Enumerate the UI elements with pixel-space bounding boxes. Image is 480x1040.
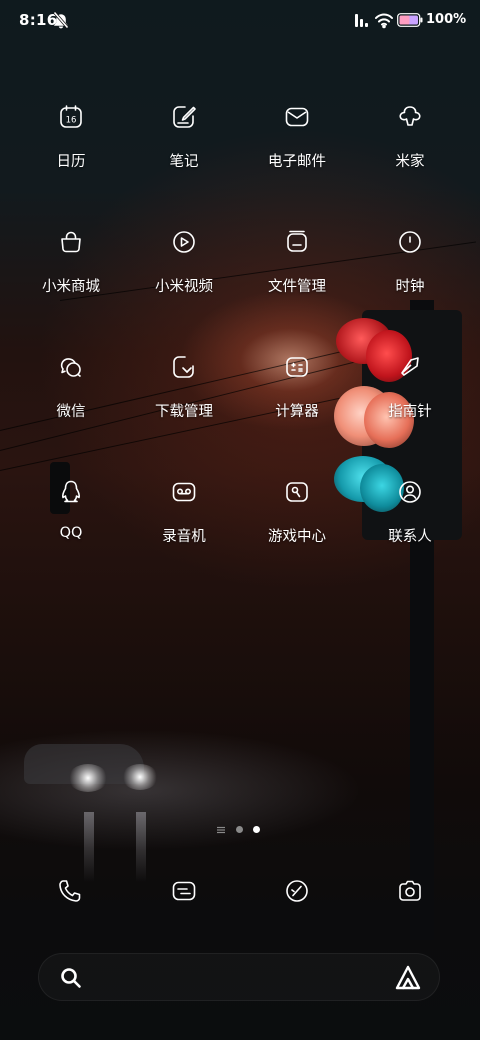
app-mi-store[interactable]: 小米商城 — [16, 229, 126, 296]
compass-icon — [401, 357, 419, 376]
battery-percent: 100% — [426, 12, 467, 27]
video-icon — [173, 231, 195, 253]
app-wechat[interactable]: 微信 — [16, 354, 126, 421]
app-contacts[interactable]: 联系人 — [355, 479, 465, 546]
road-reflection — [84, 812, 94, 882]
app-label: 游戏中心 — [268, 529, 326, 545]
signal-icon — [355, 14, 368, 27]
app-label: 联系人 — [388, 529, 432, 545]
car — [24, 744, 144, 784]
download-icon — [173, 356, 194, 378]
wifi-icon — [375, 13, 393, 29]
car-headlight — [68, 764, 108, 792]
game-center-icon — [286, 482, 308, 502]
app-notes[interactable]: 笔记 — [129, 104, 239, 171]
assistant-icon[interactable] — [393, 964, 423, 992]
app-mail[interactable]: 电子邮件 — [242, 104, 352, 171]
page-dot[interactable] — [236, 826, 243, 833]
mail-icon — [285, 107, 309, 127]
app-label: 时钟 — [395, 279, 425, 295]
app-label: QQ — [59, 525, 83, 541]
phone-icon[interactable] — [57, 878, 83, 904]
app-label: 日历 — [56, 154, 86, 170]
app-label: 小米视频 — [155, 279, 213, 295]
app-label: 文件管理 — [268, 279, 326, 295]
mute-icon — [53, 11, 69, 29]
browser-icon[interactable] — [284, 878, 310, 904]
app-mi-video[interactable]: 小米视频 — [129, 229, 239, 296]
app-recorder[interactable]: 录音机 — [129, 479, 239, 546]
mijia-icon — [399, 106, 421, 126]
page-menu-icon[interactable] — [217, 826, 225, 834]
road-reflection — [136, 812, 146, 882]
svg-text:16: 16 — [66, 116, 77, 126]
app-label: 笔记 — [169, 154, 199, 170]
app-download-manager[interactable]: 下载管理 — [129, 354, 239, 421]
search-icon[interactable] — [59, 966, 83, 990]
battery-icon — [397, 13, 423, 27]
app-game-center[interactable]: 游戏中心 — [242, 479, 352, 546]
app-label: 电子邮件 — [268, 154, 326, 170]
wechat-icon — [60, 358, 82, 378]
page-dot-active[interactable] — [253, 826, 260, 833]
status-time: 8:16 — [19, 11, 58, 29]
app-calendar[interactable]: 16 日历 — [16, 104, 126, 171]
app-label: 小米商城 — [42, 279, 100, 295]
clock-icon — [399, 231, 421, 253]
app-label: 米家 — [395, 154, 425, 170]
shopping-bag-icon — [61, 231, 81, 253]
app-qq[interactable]: QQ — [16, 479, 126, 541]
app-file-manager[interactable]: 文件管理 — [242, 229, 352, 296]
recorder-icon — [172, 482, 196, 502]
page-indicator[interactable] — [217, 824, 267, 836]
app-label: 录音机 — [162, 529, 206, 545]
app-compass[interactable]: 指南针 — [355, 354, 465, 421]
messages-icon[interactable] — [171, 878, 197, 904]
status-bar: 8:16 100% — [0, 0, 480, 40]
folder-icon — [287, 230, 307, 252]
qq-penguin-icon — [61, 480, 81, 503]
contacts-icon — [399, 481, 421, 503]
app-label: 计算器 — [275, 404, 319, 420]
app-label: 微信 — [56, 404, 86, 420]
camera-icon[interactable] — [397, 878, 423, 904]
car-headlight — [122, 764, 158, 790]
app-mijia[interactable]: 米家 — [355, 104, 465, 171]
search-bar[interactable] — [38, 953, 440, 1001]
calendar-icon: 16 — [60, 105, 82, 128]
calculator-icon — [286, 357, 308, 377]
app-label: 指南针 — [388, 404, 432, 420]
app-label: 下载管理 — [155, 404, 213, 420]
app-calculator[interactable]: 计算器 — [242, 354, 352, 421]
app-clock[interactable]: 时钟 — [355, 229, 465, 296]
notes-icon — [173, 106, 196, 128]
